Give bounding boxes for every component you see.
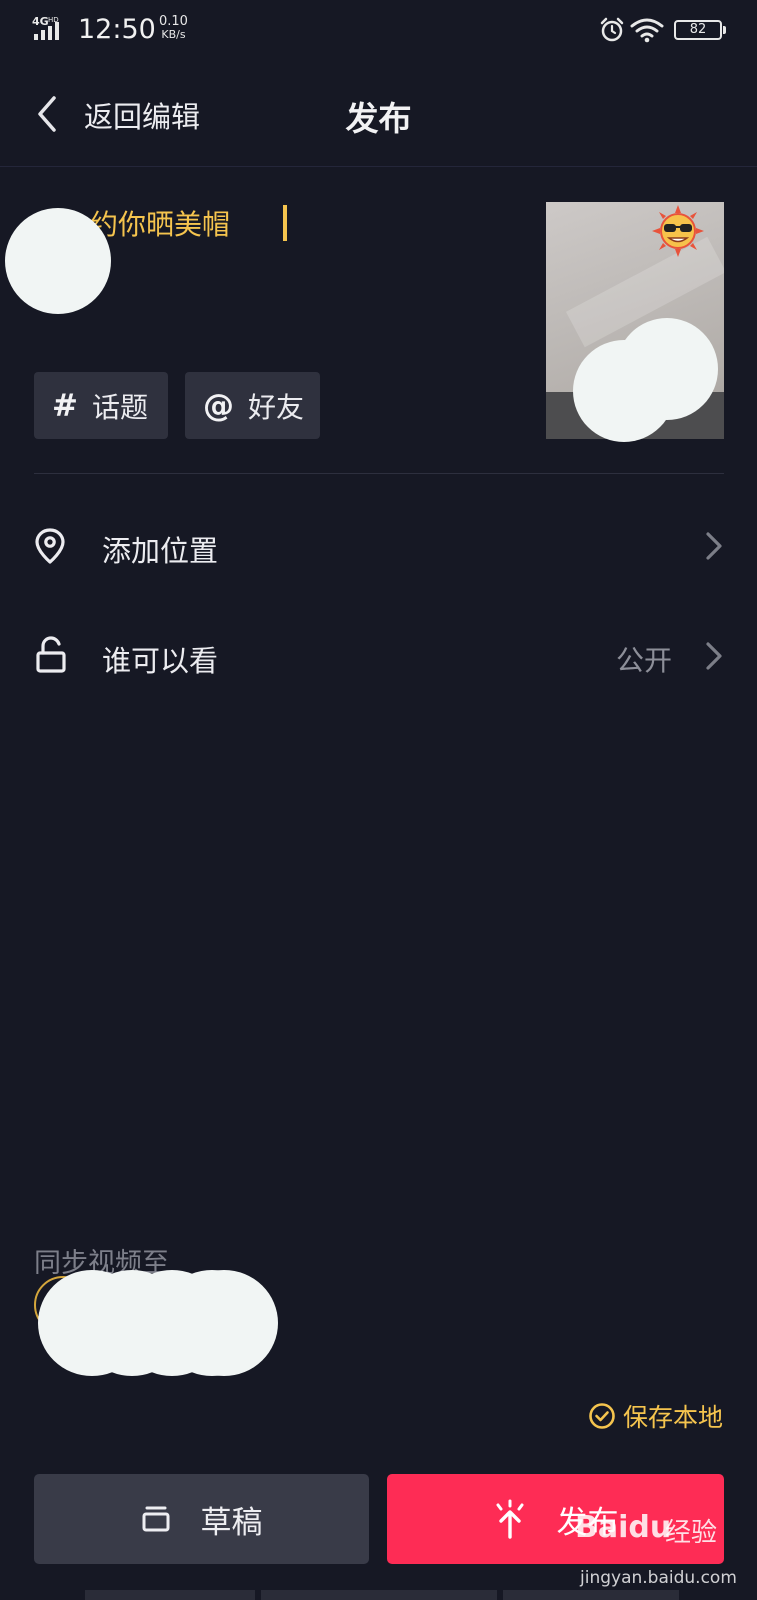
signal-icon: 4G HD [32,14,68,46]
chevron-right-icon [705,641,723,675]
baidu-watermark-logo: Baidu [575,1510,672,1545]
save-draft-button[interactable]: 草稿 [34,1474,369,1564]
publish-arrow-icon [493,1499,527,1539]
alarm-icon [599,17,625,47]
draft-box-icon [141,1505,171,1533]
page-title: 发布 [345,99,412,138]
sunglasses-sun-emoji-icon [650,203,706,263]
battery-icon: 82 [674,20,726,40]
network-speed-value: 0.10 [159,14,188,29]
add-location-label: 添加位置 [102,534,219,568]
visibility-value: 公开 [616,644,673,677]
mention-friend-label: 好友 [248,390,305,424]
location-pin-icon [34,527,66,569]
status-time: 12:50 [78,14,156,45]
hashtag-icon: # [52,387,78,424]
section-divider [34,473,724,474]
save-local-label[interactable]: 保存本地 [623,1398,723,1434]
add-topic-label: 话题 [91,390,148,424]
watermark-url: jingyan.baidu.com [580,1568,737,1588]
status-bar: 4G HD 12:50 0.10 KB/s 82 [0,0,757,60]
network-speed: 0.10 KB/s [159,15,188,41]
redacted-face [573,340,675,442]
save-draft-label: 草稿 [200,1504,263,1541]
add-topic-button[interactable]: # 话题 [34,372,168,439]
visibility-label: 谁可以看 [102,644,219,678]
bottom-panel-edge [85,1590,255,1600]
unlock-icon [34,636,68,678]
mention-friend-button[interactable]: @ 好友 [185,372,320,439]
chevron-right-icon [705,531,723,565]
at-sign-icon: @ [203,387,234,424]
svg-text:4G: 4G [32,15,49,28]
redacted-avatar [5,208,111,314]
header-divider [0,166,757,167]
text-cursor [283,205,287,241]
watermark-brand-cn: 经验 [665,1518,718,1548]
redacted-sync-targets [170,1270,278,1376]
wifi-icon [630,17,664,47]
bottom-panel-edge [261,1590,497,1600]
network-speed-unit: KB/s [161,28,186,41]
caption-input[interactable]: 约你晒美帽 [90,203,230,243]
check-circle-icon[interactable] [588,1402,616,1434]
bottom-panel-edge [503,1590,679,1600]
